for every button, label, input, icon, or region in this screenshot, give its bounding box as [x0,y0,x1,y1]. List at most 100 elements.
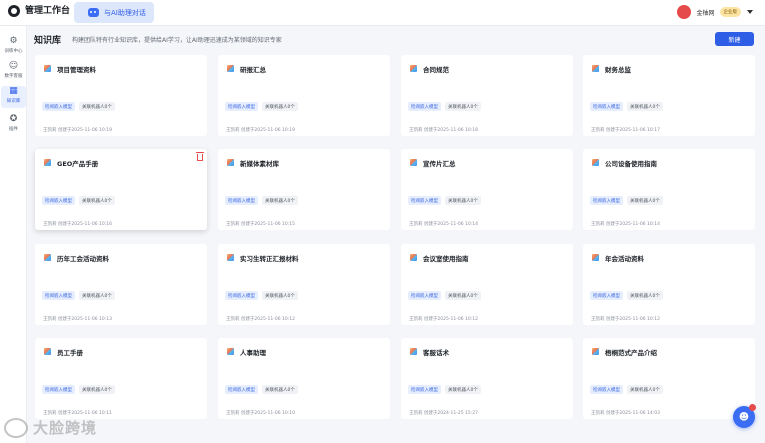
sidebar-item-label: 知识库 [6,99,21,104]
knowledge-card[interactable]: 实习生转正汇报材料 检阅嵌入模型 关联机器人0个 王凯莉 创建于2025-11-0… [218,244,390,325]
knowledge-base-icon [592,348,599,355]
delete-icon[interactable] [196,152,204,161]
knowledge-base-icon [410,159,417,166]
knowledge-card[interactable]: 项目管理资料 检阅嵌入模型 关联机器人0个 王凯莉 创建于2025-11-06 1… [35,55,207,136]
card-meta: 王凯莉 创建于2025-11-06 10:15 [226,222,295,227]
card-meta: 王凯莉 创建于2024-11-25 15:27 [409,411,478,416]
card-title: 财务总监 [605,66,631,74]
bot-count-tag: 关联机器人0个 [262,102,298,111]
robot-icon: ☻ [738,411,750,423]
bot-count-tag: 关联机器人0个 [627,291,663,300]
model-tag: 检阅嵌入模型 [225,291,258,300]
card-title: 新媒体素材库 [240,160,279,168]
bot-count-tag: 关联机器人0个 [445,102,481,111]
model-tag: 检阅嵌入模型 [42,196,75,205]
card-title: 研报汇总 [240,66,266,74]
knowledge-base-icon [410,65,417,72]
card-meta: 王凯莉 创建于2025-11-06 10:19 [43,128,112,133]
gear-icon: ⚙ [9,36,18,46]
bot-count-tag: 关联机器人0个 [79,102,115,111]
bot-icon: ☺ [8,61,19,71]
card-title: 宣传片汇总 [423,160,456,168]
bot-count-tag: 关联机器人0个 [79,196,115,205]
card-meta: 王凯莉 创建于2025-11-06 10:19 [226,128,295,133]
card-meta: 王凯莉 创建于2025-11-06 10:18 [409,128,478,133]
knowledge-card[interactable]: 合同规范 检阅嵌入模型 关联机器人0个 王凯莉 创建于2025-11-06 10:… [401,55,573,136]
user-name: 金柚网 [696,9,715,17]
bot-count-tag: 关联机器人0个 [627,102,663,111]
card-title: 实习生转正汇报材料 [240,255,299,263]
bot-count-tag: 关联机器人0个 [79,291,115,300]
knowledge-base-icon [44,348,51,355]
sidebar-item-plugins[interactable]: ✪ 插件 [1,114,26,136]
knowledge-card[interactable]: 新媒体素材库 检阅嵌入模型 关联机器人0个 王凯莉 创建于2025-11-06 1… [218,149,390,230]
knowledge-card[interactable]: 年会活动资料 检阅嵌入模型 关联机器人0个 王凯莉 创建于2025-11-06 1… [583,244,755,325]
bot-count-tag: 关联机器人0个 [445,196,481,205]
notification-badge [749,404,756,411]
knowledge-card[interactable]: 客服话术 检阅嵌入模型 关联机器人0个 王凯莉 创建于2024-11-25 15:… [401,338,573,419]
model-tag: 检阅嵌入模型 [225,102,258,111]
avatar [677,5,692,19]
card-meta: 王凯莉 创建于2025-11-06 10:16 [43,222,112,227]
model-tag: 检阅嵌入模型 [590,385,623,394]
card-meta: 王凯莉 创建于2025-11-06 10:17 [591,128,660,133]
bot-count-tag: 关联机器人0个 [445,385,481,394]
sidebar-item-training[interactable]: ⚙ 训练中心 [1,36,26,58]
card-title: GEO产品手册 [57,160,99,168]
knowledge-card[interactable]: 员工手册 检阅嵌入模型 关联机器人0个 王凯莉 创建于2025-11-06 10:… [35,338,207,419]
card-meta: 王凯莉 创建于2025-11-06 10:14 [591,222,660,227]
knowledge-base-icon [44,254,51,261]
knowledge-card[interactable]: GEO产品手册 检阅嵌入模型 关联机器人0个 王凯莉 创建于2025-11-06 … [35,149,207,230]
page-description: 构建团队特有行业知识库，提供给AI学习，让AI助理迅速成为某领域的知识专家 [72,37,282,44]
bot-count-tag: 关联机器人0个 [627,385,663,394]
model-tag: 检阅嵌入模型 [225,385,258,394]
model-tag: 检阅嵌入模型 [590,196,623,205]
chevron-down-icon[interactable] [747,10,753,14]
bot-count-tag: 关联机器人0个 [445,291,481,300]
card-title: 员工手册 [57,349,83,357]
card-title: 年会活动资料 [605,255,644,263]
sidebar-item-knowledge-base[interactable]: ▦ 知识库 [1,86,26,108]
card-meta: 王凯莉 创建于2025-11-06 10:14 [409,222,478,227]
knowledge-card[interactable]: 公司设备使用指南 检阅嵌入模型 关联机器人0个 王凯莉 创建于2025-11-06… [583,149,755,230]
user-menu[interactable]: 金柚网 企业版 [677,5,753,19]
sidebar-item-label: 插件 [9,127,18,132]
knowledge-card[interactable]: 人事助理 检阅嵌入模型 关联机器人0个 王凯莉 创建于2025-11-06 10:… [218,338,390,419]
card-title: 项目管理资料 [57,66,96,74]
knowledge-card[interactable]: 梧桐范式产品介绍 检阅嵌入模型 关联机器人0个 王凯莉 创建于2025-11-06… [583,338,755,419]
plugin-icon: ✪ [9,114,18,124]
knowledge-card[interactable]: 会议室使用指南 检阅嵌入模型 关联机器人0个 王凯莉 创建于2025-11-06 … [401,244,573,325]
brand-name: 管理工作台 [25,6,71,16]
model-tag: 检阅嵌入模型 [42,385,75,394]
card-title: 客服话术 [423,349,449,357]
card-title: 历年工会活动资料 [57,255,109,263]
model-tag: 检阅嵌入模型 [408,196,441,205]
bot-count-tag: 关联机器人0个 [262,385,298,394]
knowledge-card[interactable]: 历年工会活动资料 检阅嵌入模型 关联机器人0个 王凯莉 创建于2025-11-06… [35,244,207,325]
watermark: 大脸跨境 [4,417,97,438]
sidebar-item-label: 训练中心 [4,49,23,54]
knowledge-card[interactable]: 财务总监 检阅嵌入模型 关联机器人0个 王凯莉 创建于2025-11-06 10:… [583,55,755,136]
new-knowledge-base-button[interactable]: 新建 [715,32,754,46]
knowledge-base-icon [592,254,599,261]
sidebar-item-digital-service[interactable]: ☺ 数字客服 [1,61,26,83]
knowledge-card[interactable]: 研报汇总 检阅嵌入模型 关联机器人0个 王凯莉 创建于2025-11-06 10:… [218,55,390,136]
bot-count-tag: 关联机器人0个 [262,291,298,300]
bot-count-tag: 关联机器人0个 [79,385,115,394]
knowledge-base-icon [592,159,599,166]
watermark-text: 大脸跨境 [33,419,98,437]
knowledge-base-icon [410,348,417,355]
knowledge-card[interactable]: 宣传片汇总 检阅嵌入模型 关联机器人0个 王凯莉 创建于2025-11-06 10… [401,149,573,230]
model-tag: 检阅嵌入模型 [408,291,441,300]
model-tag: 检阅嵌入模型 [590,291,623,300]
knowledge-base-icon [227,348,234,355]
card-title: 梧桐范式产品介绍 [605,349,657,357]
card-meta: 王凯莉 创建于2025-11-06 10:12 [409,317,478,322]
ai-assistant-tab[interactable]: 与AI助理对话 [74,2,154,23]
brand[interactable]: 管理工作台 [8,5,70,17]
card-meta: 王凯莉 创建于2025-11-06 10:12 [226,317,295,322]
card-meta: 王凯莉 创建于2025-11-06 10:10 [226,411,295,416]
knowledge-base-icon [44,159,51,166]
book-icon: ▦ [9,86,18,96]
brand-logo-icon [8,5,20,17]
